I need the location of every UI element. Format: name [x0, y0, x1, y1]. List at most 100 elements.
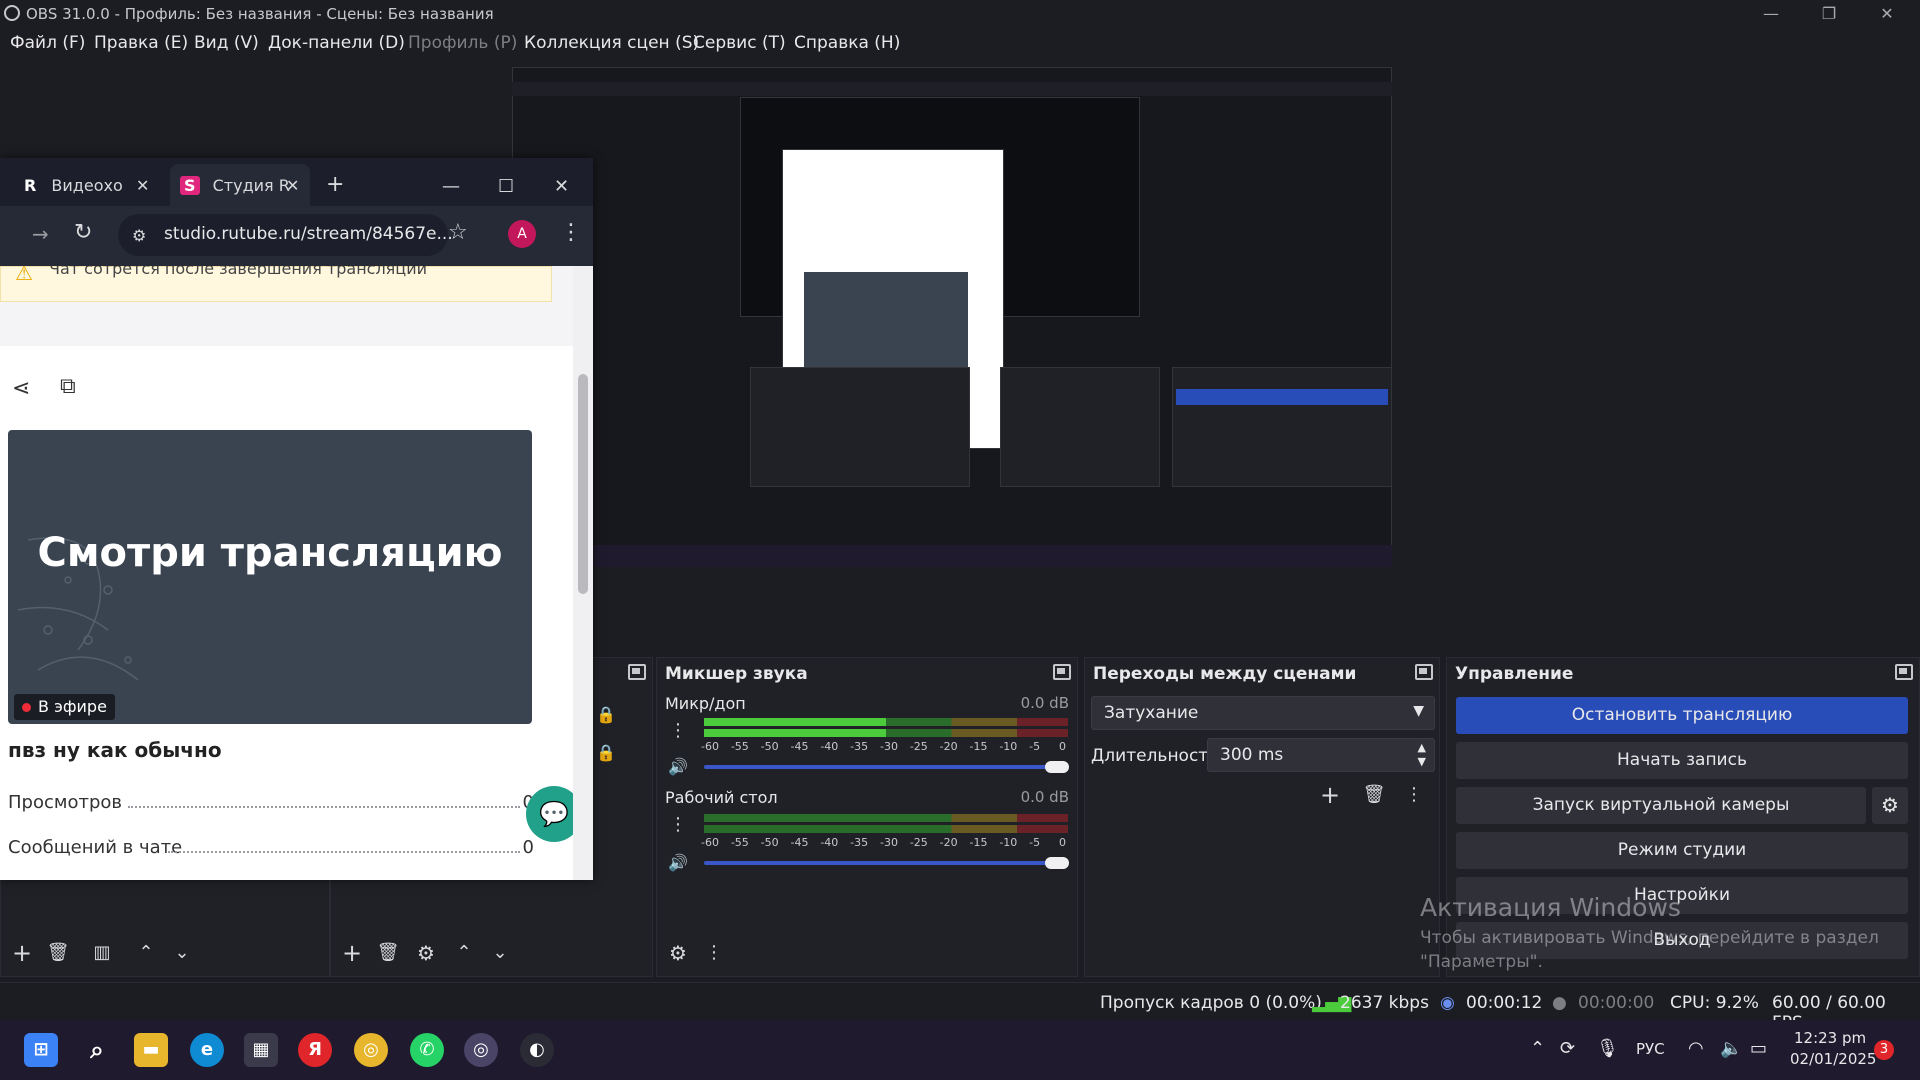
transition-select[interactable]: Затухание ▼: [1091, 696, 1435, 730]
remove-transition-icon[interactable]: 🗑: [1361, 782, 1387, 808]
profile-avatar[interactable]: A: [508, 220, 536, 248]
chrome-profile-icon[interactable]: ◎: [464, 1033, 498, 1067]
scrollbar[interactable]: [573, 266, 593, 880]
advanced-audio-icon[interactable]: ⚙: [665, 940, 691, 966]
spinner-icon[interactable]: ▲ ▼: [1418, 741, 1426, 769]
stat-row: Просмотров 0: [8, 792, 534, 813]
minimize-icon[interactable]: —: [442, 164, 460, 206]
browser-window[interactable]: R Видеохо ✕ S Студия R ✕ + — ☐ ✕ → ↻ stu…: [0, 158, 593, 880]
tab-label: Студия R: [212, 176, 290, 195]
start-recording-button[interactable]: Начать запись: [1456, 742, 1908, 779]
store-icon[interactable]: ▦: [244, 1033, 278, 1067]
close-tab-icon[interactable]: ✕: [286, 176, 299, 195]
chrome-menu-icon[interactable]: ⋮: [560, 220, 582, 245]
mixer-menu-icon[interactable]: ⋮: [701, 940, 727, 966]
notification-badge[interactable]: 3: [1874, 1040, 1894, 1060]
volume-slider[interactable]: [704, 861, 1062, 865]
forward-icon[interactable]: →: [32, 222, 49, 246]
transitions-undock-icon[interactable]: [1415, 664, 1433, 680]
volume-knob[interactable]: [1045, 761, 1069, 773]
volume-knob[interactable]: [1045, 857, 1069, 869]
bookmark-star-icon[interactable]: ☆: [448, 220, 468, 245]
mixer-undock-icon[interactable]: [1053, 664, 1071, 680]
share-icon[interactable]: ⋖: [12, 376, 30, 401]
reload-icon[interactable]: ↻: [74, 220, 92, 245]
menu-tools[interactable]: Сервис (T): [693, 33, 786, 53]
clock-date[interactable]: 02/01/2025: [1790, 1050, 1876, 1068]
clock-time[interactable]: 12:23 pm: [1794, 1029, 1866, 1047]
channel-menu-icon[interactable]: ⋮: [665, 812, 691, 838]
stat-label: Сообщений в чате: [8, 837, 183, 858]
menu-view[interactable]: Вид (V): [194, 33, 259, 53]
whatsapp-icon[interactable]: ✆: [410, 1033, 444, 1067]
address-bar[interactable]: studio.rutube.ru/stream/84567e...: [118, 214, 453, 256]
preview-canvas[interactable]: [512, 67, 1392, 567]
studio-mode-button[interactable]: Режим студии: [1456, 832, 1908, 869]
add-scene-icon[interactable]: +: [9, 940, 35, 966]
site-info-icon[interactable]: ⚙: [132, 226, 146, 245]
remove-scene-icon[interactable]: 🗑: [45, 940, 71, 966]
file-explorer-icon[interactable]: ▬: [134, 1033, 168, 1067]
close-icon[interactable]: ✕: [554, 164, 569, 206]
maximize-icon[interactable]: ☐: [498, 164, 514, 206]
search-icon[interactable]: ⌕: [80, 1033, 114, 1067]
stop-streaming-button[interactable]: Остановить трансляцию: [1456, 697, 1908, 734]
minimize-icon[interactable]: —: [1742, 0, 1800, 28]
add-source-icon[interactable]: +: [339, 940, 365, 966]
volume-slider[interactable]: [704, 765, 1062, 769]
menu-docks[interactable]: Док-панели (D): [268, 33, 405, 53]
channel-menu-icon[interactable]: ⋮: [665, 718, 691, 744]
lock-icon[interactable]: 🔒: [593, 702, 619, 728]
move-up-icon[interactable]: ⌃: [133, 940, 159, 966]
sources-undock-icon[interactable]: [628, 664, 646, 680]
edge-icon[interactable]: e: [190, 1033, 224, 1067]
source-down-icon[interactable]: ⌄: [487, 940, 513, 966]
close-tab-icon[interactable]: ✕: [136, 176, 149, 195]
volume-icon[interactable]: 🔊: [665, 850, 691, 876]
browser-tab[interactable]: R Видеохо ✕: [24, 164, 154, 206]
new-tab-icon[interactable]: +: [326, 164, 344, 206]
cpu-usage: CPU: 9.2%: [1670, 993, 1759, 1013]
open-external-icon[interactable]: ⧉: [60, 374, 76, 399]
controls-undock-icon[interactable]: [1895, 664, 1913, 680]
add-transition-icon[interactable]: +: [1317, 782, 1343, 808]
transition-menu-icon[interactable]: ⋮: [1401, 782, 1427, 808]
chrome-icon[interactable]: ◎: [354, 1033, 388, 1067]
move-down-icon[interactable]: ⌄: [169, 940, 195, 966]
restore-icon[interactable]: ❐: [1800, 0, 1858, 28]
volume-icon[interactable]: 🔊: [665, 754, 691, 780]
stream-name: пвз ну как обычно: [8, 738, 222, 762]
browser-toolbar: → ↻ studio.rutube.ru/stream/84567e... ⚙ …: [0, 206, 593, 266]
browser-tab-active[interactable]: S Студия R ✕: [170, 164, 310, 206]
stream-preview[interactable]: Смотри трансляцию В эфире: [8, 430, 532, 724]
virtual-camera-settings-icon[interactable]: ⚙: [1872, 787, 1908, 824]
lock-icon[interactable]: 🔒: [593, 740, 619, 766]
tray-chevron-icon[interactable]: ⌃: [1530, 1038, 1545, 1059]
obs-icon[interactable]: ◐: [520, 1033, 554, 1067]
menu-scene-collection[interactable]: Коллекция сцен (S): [524, 33, 699, 53]
start-virtual-camera-button[interactable]: Запуск виртуальной камеры: [1456, 787, 1866, 824]
menu-file[interactable]: Файл (F): [10, 33, 85, 53]
microphone-icon[interactable]: 🎙: [1596, 1038, 1619, 1059]
close-icon[interactable]: ✕: [1858, 0, 1916, 28]
remove-source-icon[interactable]: 🗑: [375, 940, 401, 966]
source-properties-icon[interactable]: ⚙: [413, 940, 439, 966]
obs-logo-icon: [4, 5, 20, 21]
yandex-icon[interactable]: Я: [298, 1033, 332, 1067]
duration-input[interactable]: 300 ms ▲ ▼: [1207, 738, 1435, 772]
source-up-icon[interactable]: ⌃: [451, 940, 477, 966]
meter-tick-label: -30: [880, 836, 898, 849]
sync-icon[interactable]: ⟳: [1560, 1038, 1575, 1059]
filters-icon[interactable]: ▥: [89, 940, 115, 966]
meter-fill: [704, 718, 886, 726]
meter-tick-label: -35: [850, 740, 869, 753]
language-indicator[interactable]: РУС: [1636, 1040, 1665, 1058]
scroll-thumb[interactable]: [578, 374, 588, 594]
speaker-icon[interactable]: 🔈: [1720, 1038, 1742, 1059]
menu-edit[interactable]: Правка (E): [94, 33, 188, 53]
battery-icon[interactable]: ▭: [1750, 1038, 1767, 1059]
menu-profile[interactable]: Профиль (P): [408, 33, 517, 53]
windows-start-icon[interactable]: ⊞: [24, 1033, 58, 1067]
menu-help[interactable]: Справка (H): [794, 33, 900, 53]
wifi-icon[interactable]: ◠: [1688, 1038, 1704, 1059]
